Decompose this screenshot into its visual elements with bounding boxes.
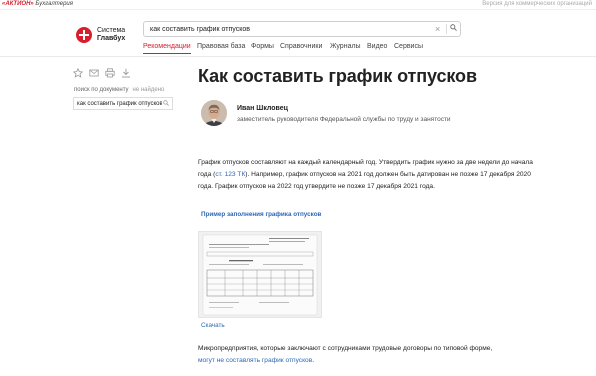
paragraph-2-text-b: . (312, 357, 315, 364)
doc-search-icon[interactable] (163, 100, 169, 106)
document-thumbnail[interactable] (198, 231, 322, 318)
star-icon[interactable] (73, 68, 83, 78)
sample-link[interactable]: Пример заполнения графика отпусков (201, 211, 321, 218)
search-separator (446, 24, 447, 34)
doc-search-box (73, 97, 173, 110)
doc-search-title: поиск по документу (74, 87, 129, 93)
main-search: × (143, 21, 461, 37)
article-paragraph-1: График отпусков составляют на каждый кал… (198, 157, 533, 193)
nav-references[interactable]: Справочники (280, 42, 322, 52)
form-preview-image (202, 234, 318, 316)
nav-forms[interactable]: Формы (251, 42, 274, 52)
law-link-art-123[interactable]: ст. 123 ТК (215, 171, 245, 178)
author-photo (201, 100, 227, 126)
download-icon[interactable] (121, 68, 131, 78)
doc-tools (73, 68, 133, 80)
nav-recommendations[interactable]: Рекомендации (143, 42, 191, 54)
author-name[interactable]: Иван Шкловец (237, 105, 288, 112)
search-input[interactable] (150, 24, 420, 34)
clear-icon[interactable]: × (435, 24, 440, 34)
nav-legal-base[interactable]: Правовая база (197, 42, 245, 52)
print-icon[interactable] (105, 68, 115, 78)
header-divider (0, 56, 596, 57)
top-bar: «АКТИОН» Бухгалтерия Версия для коммерче… (0, 0, 596, 10)
mail-icon[interactable] (89, 68, 99, 78)
brand-action: «АКТИОН» (2, 1, 34, 7)
site-logo[interactable]: Система Главбух (76, 24, 136, 54)
doc-search-label: поиск по документу не найдено (74, 87, 164, 93)
paragraph-2-text-a: Микропредприятия, которые заключают с со… (198, 345, 493, 352)
doc-search-status: не найдено (132, 87, 165, 93)
nav-journals[interactable]: Журналы (330, 42, 361, 52)
author-avatar (201, 100, 227, 126)
author-role: заместитель руководителя Федеральной слу… (237, 116, 451, 123)
download-link[interactable]: Скачать (201, 322, 225, 329)
logo-plus-icon (76, 27, 92, 43)
paragraph-1-text-b: ). Например, график отпусков на 2021 год… (198, 171, 531, 190)
search-icon[interactable] (450, 24, 457, 31)
logo-line1: Система (97, 27, 126, 34)
version-link[interactable]: Версия для коммерческих организаций (482, 0, 592, 9)
brand-product: Бухгалтерия (35, 1, 73, 7)
nav-video[interactable]: Видео (367, 42, 387, 52)
logo-line2: Главбух (97, 35, 126, 42)
nav-services[interactable]: Сервисы (394, 42, 423, 52)
product-brand[interactable]: «АКТИОН» Бухгалтерия (2, 0, 73, 9)
article-paragraph-2: Микропредприятия, которые заключают с со… (198, 343, 533, 367)
microbusiness-link[interactable]: могут не составлять график отпусков (198, 357, 312, 364)
doc-search-input[interactable] (77, 99, 162, 108)
page-title: Как составить график отпусков (198, 66, 477, 86)
